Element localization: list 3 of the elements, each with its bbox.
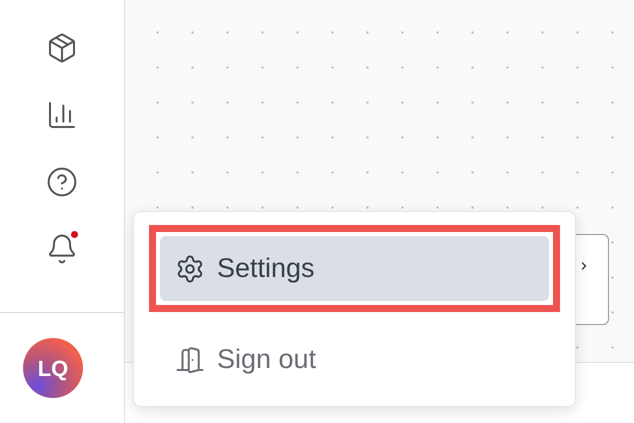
menu-item[interactable]: Settings: [160, 236, 549, 301]
menu-item[interactable]: Sign out: [160, 327, 549, 392]
user-avatar[interactable]: LQ: [23, 338, 83, 398]
